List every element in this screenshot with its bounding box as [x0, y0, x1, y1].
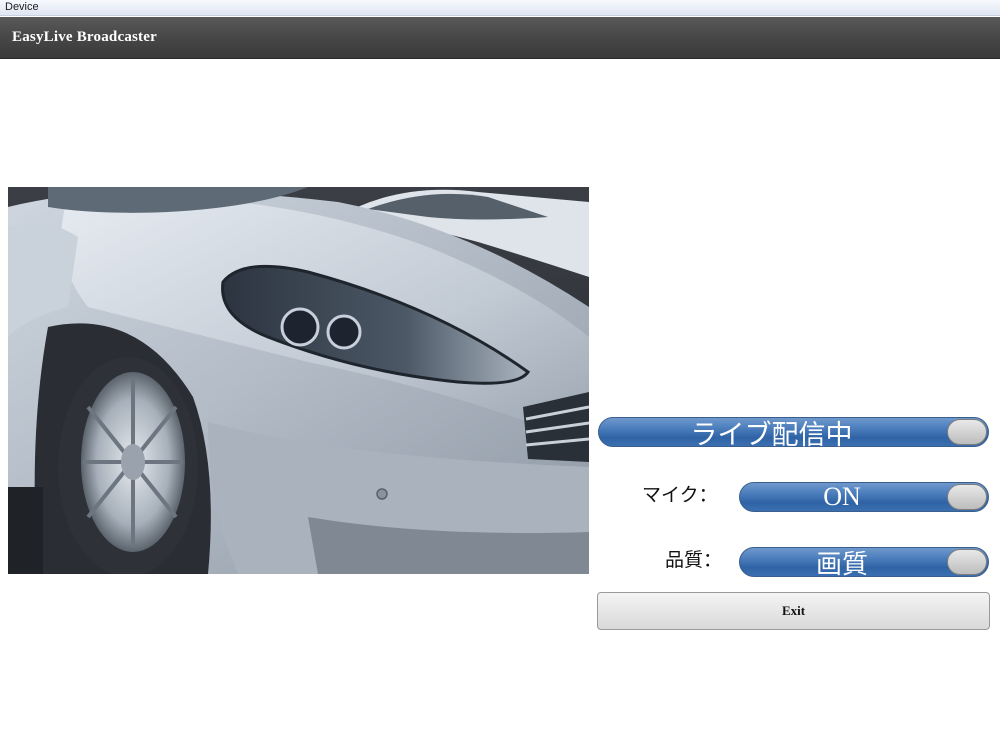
- exit-button[interactable]: Exit: [597, 592, 990, 630]
- os-window-title: Device: [5, 1, 39, 13]
- mic-label: マイク：: [642, 484, 718, 506]
- live-broadcast-toggle[interactable]: ライブ配信中: [598, 417, 989, 451]
- quality-toggle-knob[interactable]: [947, 549, 987, 575]
- camera-preview: [8, 187, 589, 574]
- live-broadcast-toggle-knob[interactable]: [947, 419, 987, 445]
- mic-toggle-label: ON: [823, 482, 861, 511]
- mic-toggle[interactable]: ON: [739, 482, 989, 512]
- app-title: EasyLive Broadcaster: [12, 29, 157, 45]
- quality-toggle-label: 画質: [815, 549, 868, 580]
- mic-toggle-knob[interactable]: [947, 484, 987, 510]
- quality-label: 品質：: [665, 549, 723, 571]
- live-broadcast-toggle-label: ライブ配信中: [690, 419, 853, 451]
- os-window-title-bar: Device: [0, 0, 1000, 16]
- car-photo: [8, 187, 589, 574]
- app-header: EasyLive Broadcaster: [0, 17, 1000, 59]
- quality-toggle[interactable]: 画質: [739, 547, 989, 580]
